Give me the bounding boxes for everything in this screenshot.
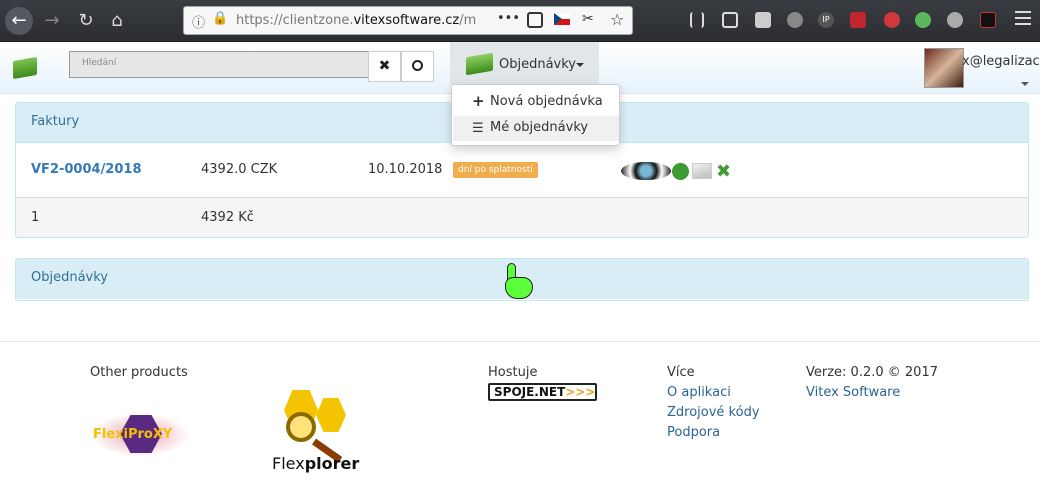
invoice-number-link[interactable]: VF2-0004/2018 <box>31 162 142 177</box>
table-row: VF2-0004/2018 4392.0 CZK 10.10.2018 dní … <box>16 144 1028 197</box>
ip-icon[interactable]: IP <box>818 12 834 28</box>
status-badge: dní po splatnosti <box>453 162 538 178</box>
list-icon: ☰ <box>472 121 484 136</box>
home-button[interactable]: ⌂ <box>103 7 131 35</box>
hamburger-menu-icon[interactable] <box>1015 11 1031 25</box>
menu-item-new-order[interactable]: + Nová objednávka <box>453 90 619 115</box>
link-source-code[interactable]: Zdrojové kódy <box>667 405 760 420</box>
library-icon[interactable] <box>690 12 704 28</box>
link-about[interactable]: O aplikaci <box>667 385 731 400</box>
browser-toolbar: ← → ↻ ⌂ ⓘ 🔒 https://clientzone.vitexsoft… <box>0 0 1040 42</box>
reload-button[interactable]: ↻ <box>72 7 100 35</box>
version-text: Verze: 0.2.0 © 2017 <box>806 365 938 380</box>
search-button[interactable] <box>401 51 434 82</box>
lock-icon: 🔒 <box>212 11 229 26</box>
sidebar-icon[interactable] <box>722 12 738 28</box>
extension-green-icon[interactable] <box>915 12 931 28</box>
invoice-date: 10.10.2018 <box>368 162 443 177</box>
pocket-icon[interactable] <box>527 12 543 28</box>
url-bar[interactable]: ⓘ 🔒 https://clientzone.vitexsoftware.cz/… <box>183 6 633 35</box>
user-caret-icon[interactable] <box>1021 82 1029 86</box>
eye-icon[interactable] <box>621 162 671 180</box>
orders-menu-button[interactable]: Objednávky <box>450 42 599 84</box>
hosting-heading: Hostuje <box>488 365 538 380</box>
link-vitex-software[interactable]: Vitex Software <box>806 385 900 400</box>
search-icon <box>412 60 423 71</box>
spoje-net-logo[interactable]: SPOJE.NET>>> <box>488 383 597 401</box>
invoice-total: 4392 Kč <box>201 210 254 225</box>
url-text[interactable]: https://clientzone.vitexsoftware.cz/m <box>236 13 476 28</box>
other-products-heading: Other products <box>90 365 188 380</box>
extension-doc-icon[interactable] <box>755 12 771 28</box>
info-icon[interactable]: ⓘ <box>192 12 205 31</box>
extension-dark-icon[interactable] <box>980 12 996 28</box>
extension-grey-icon[interactable] <box>947 12 963 28</box>
user-name[interactable]: x@legalizace <box>962 54 1040 69</box>
invoice-count: 1 <box>31 210 40 225</box>
footer: Other products FlexiProXY Flexplorer Hos… <box>0 341 1040 502</box>
menu-item-my-orders[interactable]: ☰ Mé objednávky <box>453 116 619 141</box>
link-support[interactable]: Podpora <box>667 425 720 440</box>
orders-menu-label: Objednávky <box>499 57 577 72</box>
extension-shield-icon[interactable] <box>884 12 900 28</box>
menu-item-label: Mé objednávky <box>490 120 589 135</box>
times-icon: ✖ <box>378 58 391 74</box>
flexiproxy-label: FlexiProXY <box>93 427 173 442</box>
plus-icon: + <box>472 92 485 110</box>
flexiproxy-logo[interactable]: FlexiProXY <box>90 413 190 457</box>
search-input[interactable]: Hledání <box>69 51 369 78</box>
summary-row: 1 4392 Kč <box>16 197 1028 237</box>
forward-button[interactable]: → <box>38 7 66 35</box>
hand-cursor-icon <box>503 263 533 301</box>
back-button[interactable]: ← <box>5 7 33 35</box>
screenshot-icon[interactable]: ✂ <box>582 11 594 27</box>
download-icon[interactable] <box>672 163 689 180</box>
clear-search-button[interactable]: ✖ <box>368 51 401 82</box>
menu-item-label: Nová objednávka <box>490 94 603 109</box>
avatar[interactable] <box>924 48 964 88</box>
flag-cz-icon[interactable] <box>554 13 570 25</box>
bookmark-star-icon[interactable]: ☆ <box>610 10 624 29</box>
invoice-amount: 4392.0 CZK <box>201 162 278 177</box>
page-actions-icon[interactable]: ••• <box>497 11 520 26</box>
flexplorer-label: Flexplorer <box>272 454 360 473</box>
cancel-x-icon[interactable]: ✖ <box>716 161 731 182</box>
extension-red-icon[interactable] <box>850 12 866 28</box>
caret-down-icon <box>576 63 584 67</box>
flexplorer-logo[interactable]: Flexplorer <box>272 386 364 476</box>
more-heading: Více <box>667 365 695 380</box>
orders-dropdown-menu: + Nová objednávka ☰ Mé objednávky <box>451 84 620 146</box>
logo-icon[interactable] <box>13 56 37 80</box>
email-icon[interactable] <box>692 163 712 179</box>
gear-icon[interactable] <box>787 12 803 28</box>
orders-box-icon <box>466 52 493 76</box>
